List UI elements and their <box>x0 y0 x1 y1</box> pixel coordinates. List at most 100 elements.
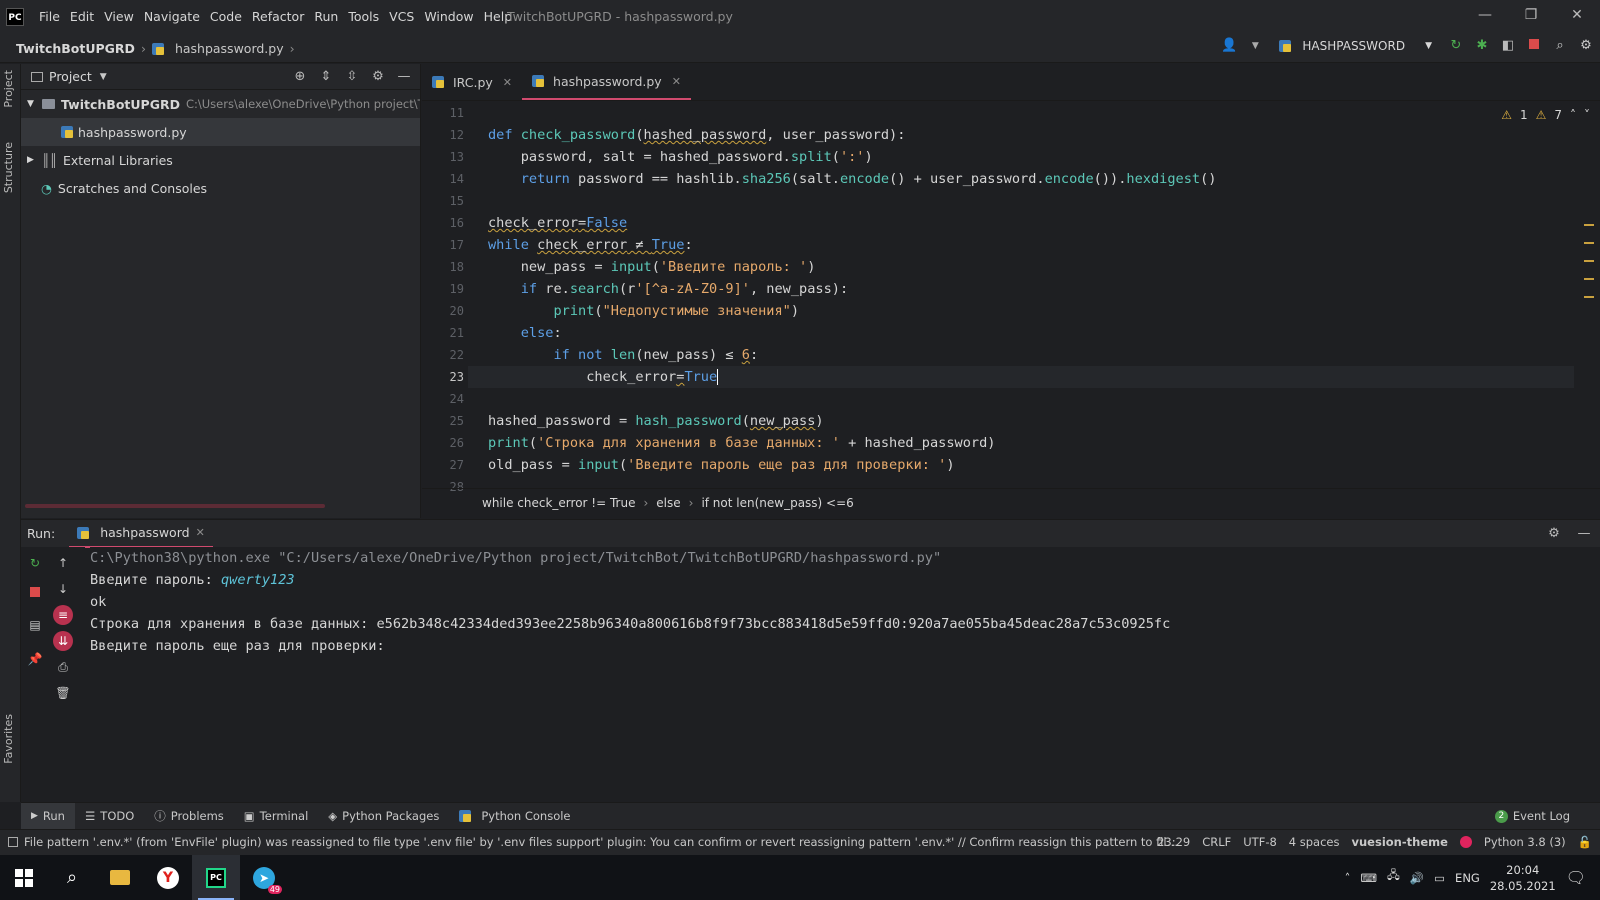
inspection-widget[interactable]: ⚠ 1 ⚠ 7 ˄ ˅ <box>1501 108 1590 122</box>
gear-icon[interactable]: ⚙ <box>370 69 386 85</box>
pin-icon[interactable]: 📌 <box>27 651 43 667</box>
notifications-icon[interactable]: 🗨 <box>1566 868 1586 887</box>
hide-icon[interactable]: — <box>1576 526 1592 542</box>
tool-tab-python-packages[interactable]: ◈ Python Packages <box>318 803 449 830</box>
chevron-down-icon[interactable]: ▼ <box>100 72 107 82</box>
event-log-button[interactable]: 2 Event Log <box>1494 809 1570 823</box>
menu-tools[interactable]: Tools <box>343 9 384 24</box>
tool-tab-run[interactable]: ▶ Run <box>21 802 75 830</box>
print-icon[interactable]: ⎙ <box>55 659 71 675</box>
favorites-tool-tab[interactable]: Favorites <box>2 714 15 764</box>
taskbar-search-button[interactable]: ⌕ <box>48 855 96 900</box>
keyboard-icon[interactable]: ▭ <box>1434 871 1445 885</box>
tool-tab-todo[interactable]: ☰ TODO <box>75 803 144 830</box>
error-stripe[interactable] <box>1584 224 1594 314</box>
warning-mark[interactable] <box>1584 278 1594 280</box>
locate-icon[interactable]: ⊕ <box>292 69 308 85</box>
tool-tab-terminal[interactable]: ▣ Terminal <box>234 803 318 830</box>
taskbar-yandex-browser[interactable]: Y <box>144 855 192 900</box>
language-indicator[interactable]: ENG <box>1455 871 1480 885</box>
menu-refactor[interactable]: Refactor <box>247 9 309 24</box>
run-configuration-select[interactable]: HASHPASSWORD ▼ <box>1273 39 1438 53</box>
layout-icon[interactable]: ▤ <box>27 617 43 633</box>
arrow-down-icon[interactable]: ↓ <box>55 581 71 597</box>
breadcrumb-project[interactable]: TwitchBotUPGRD <box>16 41 135 56</box>
horizontal-scrollbar[interactable] <box>25 504 325 508</box>
breadcrumb-file[interactable]: hashpassword.py <box>175 41 284 56</box>
warning-mark[interactable] <box>1584 296 1594 298</box>
menu-navigate[interactable]: Navigate <box>139 9 205 24</box>
menu-window[interactable]: Window <box>419 9 478 24</box>
gear-icon[interactable]: ⚙ <box>1578 38 1594 54</box>
taskbar-clock[interactable]: 20:04 28.05.2021 <box>1490 862 1556 894</box>
close-icon[interactable]: ✕ <box>672 75 681 88</box>
tree-file-hashpassword[interactable]: hashpassword.py <box>21 118 420 146</box>
expand-all-icon[interactable]: ⇕ <box>318 69 334 85</box>
coverage-icon[interactable]: ◧ <box>1500 38 1516 54</box>
chevron-up-icon[interactable]: ˄ <box>1345 871 1351 885</box>
close-button[interactable]: ✕ <box>1554 0 1600 30</box>
rerun-icon[interactable]: ↻ <box>1448 38 1464 54</box>
collapse-all-icon[interactable]: ⇳ <box>344 69 360 85</box>
gear-icon[interactable]: ⚙ <box>1546 526 1562 542</box>
warning-mark[interactable] <box>1584 260 1594 262</box>
stop-icon[interactable] <box>27 585 43 601</box>
warning-mark[interactable] <box>1584 242 1594 244</box>
menu-view[interactable]: View <box>99 9 139 24</box>
project-panel-title[interactable]: Project <box>49 69 92 84</box>
run-tab-hashpassword[interactable]: hashpassword ✕ <box>69 520 213 548</box>
network-icon[interactable]: 🖧 <box>1387 868 1400 887</box>
chevron-down-icon[interactable]: ▼ <box>1247 38 1263 54</box>
close-icon[interactable]: ✕ <box>503 76 512 89</box>
hide-icon[interactable]: — <box>396 69 412 85</box>
chevron-down-icon[interactable]: ˅ <box>1584 108 1590 122</box>
debug-icon[interactable]: ✱ <box>1474 38 1490 54</box>
menu-code[interactable]: Code <box>205 9 247 24</box>
restore-button[interactable]: ❐ <box>1508 0 1554 30</box>
menu-edit[interactable]: Edit <box>65 9 99 24</box>
windows-start-button[interactable] <box>0 855 48 900</box>
editor-breadcrumb-item[interactable]: while check_error != True <box>482 496 635 510</box>
menu-run[interactable]: Run <box>309 9 343 24</box>
tree-scratches[interactable]: ◔ Scratches and Consoles <box>21 174 420 202</box>
menu-vcs[interactable]: VCS <box>384 9 419 24</box>
indent-setting[interactable]: 4 spaces <box>1289 835 1340 849</box>
scroll-to-end-icon[interactable]: ⇊ <box>53 631 73 651</box>
tab-irc[interactable]: IRC.py ✕ <box>422 64 522 100</box>
warning-mark[interactable] <box>1584 224 1594 226</box>
minimize-button[interactable]: — <box>1462 0 1508 30</box>
menu-file[interactable]: File <box>34 9 65 24</box>
theme-name[interactable]: vuesion-theme <box>1352 835 1448 849</box>
tree-external-libraries[interactable]: ▶ ║║ External Libraries <box>21 146 420 174</box>
search-icon[interactable]: ⌕ <box>1552 38 1568 54</box>
editor-breadcrumb-item[interactable]: if not len(new_pass) <=6 <box>701 496 853 510</box>
run-console[interactable]: C:\Python38\python.exe "C:/Users/alexe/O… <box>90 547 1590 802</box>
tree-root-folder[interactable]: ▼ TwitchBotUPGRD C:\Users\alexe\OneDrive… <box>21 90 420 118</box>
arrow-up-icon[interactable]: ↑ <box>55 555 71 571</box>
chevron-up-icon[interactable]: ˄ <box>1570 108 1576 122</box>
stop-icon[interactable] <box>1526 38 1542 54</box>
volume-icon[interactable]: 🔊 <box>1410 871 1424 885</box>
taskbar-pycharm[interactable]: PC <box>192 855 240 900</box>
user-icon[interactable]: 👤 <box>1221 38 1237 54</box>
rerun-icon[interactable]: ↻ <box>27 555 43 571</box>
interpreter[interactable]: Python 3.8 (3) <box>1484 835 1566 849</box>
input-indicator-icon[interactable]: ⌨ <box>1360 871 1377 885</box>
editor-breadcrumb-item[interactable]: else <box>656 496 680 510</box>
status-toggle-icon[interactable] <box>8 837 18 847</box>
close-icon[interactable]: ✕ <box>196 526 205 539</box>
tab-hashpassword[interactable]: hashpassword.py ✕ <box>522 64 691 100</box>
status-message[interactable]: File pattern '.env.*' (from 'EnvFile' pl… <box>8 835 1184 849</box>
line-separator[interactable]: CRLF <box>1202 835 1231 849</box>
file-encoding[interactable]: UTF-8 <box>1243 835 1277 849</box>
taskbar-telegram[interactable]: ➤ 49 <box>240 855 288 900</box>
soft-wrap-icon[interactable]: ≡ <box>53 605 73 625</box>
project-tool-tab[interactable]: Project <box>2 70 15 108</box>
tool-tab-problems[interactable]: ⓘ Problems <box>144 803 234 830</box>
caret-position[interactable]: 23:29 <box>1157 835 1190 849</box>
code-area[interactable]: def check_password(hashed_password, user… <box>468 102 1574 498</box>
trash-icon[interactable]: 🗑 <box>55 685 71 701</box>
structure-tool-tab[interactable]: Structure <box>2 142 15 193</box>
tool-tab-python-console[interactable]: Python Console <box>449 803 580 830</box>
lock-icon[interactable]: 🔓 <box>1578 835 1592 849</box>
